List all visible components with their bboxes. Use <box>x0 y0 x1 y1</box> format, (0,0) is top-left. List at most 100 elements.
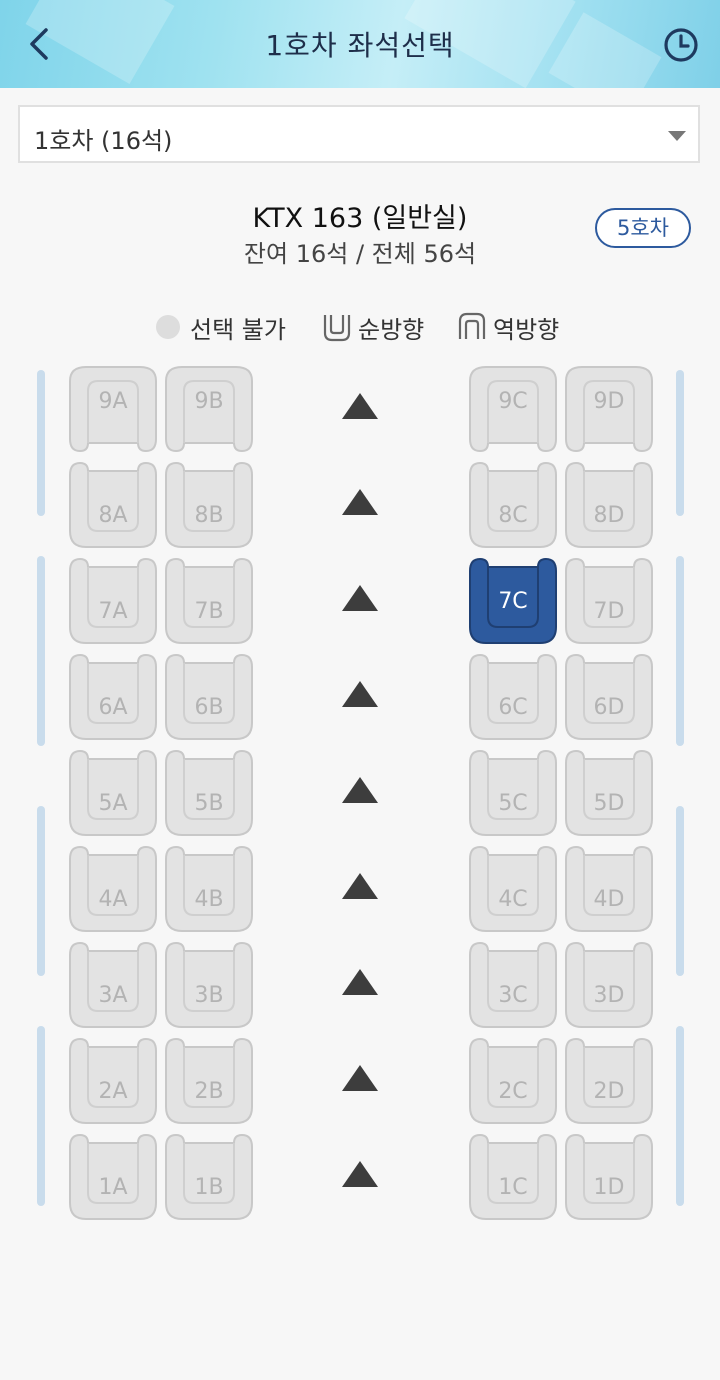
seat-2B[interactable]: 2B <box>164 1037 254 1125</box>
seat-label: 7C <box>498 589 528 614</box>
seat-label: 7B <box>194 599 224 624</box>
seat-label: 1B <box>194 1175 224 1200</box>
seat-2C[interactable]: 2C <box>468 1037 558 1125</box>
forward-seat-legend-icon <box>323 315 351 342</box>
seat-8D[interactable]: 8D <box>564 461 654 549</box>
seat-7A[interactable]: 7A <box>68 557 158 645</box>
seat-8C[interactable]: 8C <box>468 461 558 549</box>
seat-7B[interactable]: 7B <box>164 557 254 645</box>
seat-label: 2A <box>98 1079 128 1104</box>
seat-4D[interactable]: 4D <box>564 845 654 933</box>
window-wall <box>37 556 45 746</box>
direction-arrow-icon <box>342 777 378 803</box>
car-select-dropdown[interactable]: 1호차 (16석) <box>18 105 700 163</box>
seat-label: 8C <box>498 503 528 528</box>
window-wall <box>676 556 684 746</box>
legend-reverse-label: 역방향 <box>493 316 560 344</box>
seat-label: 5C <box>498 791 528 816</box>
direction-arrow-icon <box>342 681 378 707</box>
seat-6C[interactable]: 6C <box>468 653 558 741</box>
seat-3B[interactable]: 3B <box>164 941 254 1029</box>
seat-6B[interactable]: 6B <box>164 653 254 741</box>
seat-label: 1A <box>98 1175 128 1200</box>
seat-label: 9A <box>98 389 128 414</box>
seat-9C[interactable]: 9C <box>468 365 558 453</box>
dropdown-arrow-icon <box>668 131 686 141</box>
seat-label: 5B <box>194 791 224 816</box>
seat-label: 2B <box>194 1079 224 1104</box>
seat-label: 3A <box>98 983 128 1008</box>
legend-forward-label: 순방향 <box>358 316 425 344</box>
seat-label: 6C <box>498 695 528 720</box>
direction-arrow-icon <box>342 393 378 419</box>
seat-2A[interactable]: 2A <box>68 1037 158 1125</box>
seat-8B[interactable]: 8B <box>164 461 254 549</box>
seat-1B[interactable]: 1B <box>164 1133 254 1221</box>
seat-6D[interactable]: 6D <box>564 653 654 741</box>
seat-label: 8D <box>593 503 625 528</box>
window-wall <box>676 806 684 976</box>
direction-arrow-icon <box>342 585 378 611</box>
seat-label: 4A <box>98 887 128 912</box>
seat-1D[interactable]: 1D <box>564 1133 654 1221</box>
history-button[interactable] <box>662 26 700 64</box>
seat-label: 2C <box>498 1079 528 1104</box>
seat-label: 2D <box>593 1079 625 1104</box>
seat-label: 4C <box>498 887 528 912</box>
seat-label: 9D <box>593 389 625 414</box>
unavailable-legend-icon <box>156 315 180 339</box>
seat-9D[interactable]: 9D <box>564 365 654 453</box>
seat-4B[interactable]: 4B <box>164 845 254 933</box>
page-title: 1호차 좌석선택 <box>265 29 455 62</box>
direction-arrow-icon <box>342 1065 378 1091</box>
seat-7D[interactable]: 7D <box>564 557 654 645</box>
direction-arrow-icon <box>342 489 378 515</box>
window-wall <box>37 806 45 976</box>
seat-label: 4D <box>593 887 625 912</box>
seat-2D[interactable]: 2D <box>564 1037 654 1125</box>
seat-label: 9C <box>498 389 528 414</box>
window-wall <box>37 370 45 516</box>
seat-label: 3D <box>593 983 625 1008</box>
direction-arrow-icon <box>342 1161 378 1187</box>
seat-label: 7D <box>593 599 625 624</box>
seat-label: 7A <box>98 599 128 624</box>
seat-label: 3B <box>194 983 224 1008</box>
seat-5A[interactable]: 5A <box>68 749 158 837</box>
seat-label: 1D <box>593 1175 625 1200</box>
clock-icon <box>664 28 698 62</box>
seat-5C[interactable]: 5C <box>468 749 558 837</box>
seat-label: 5A <box>98 791 128 816</box>
seat-label: 9B <box>194 389 224 414</box>
seat-label: 3C <box>498 983 528 1008</box>
seat-3C[interactable]: 3C <box>468 941 558 1029</box>
seat-5B[interactable]: 5B <box>164 749 254 837</box>
header-bar: 1호차 좌석선택 <box>0 0 720 88</box>
window-wall <box>37 1026 45 1206</box>
seat-label: 6B <box>194 695 224 720</box>
direction-arrow-icon <box>342 969 378 995</box>
seat-9B[interactable]: 9B <box>164 365 254 453</box>
direction-arrow-icon <box>342 873 378 899</box>
reverse-seat-legend-icon <box>458 312 486 339</box>
legend-unavailable-label: 선택 불가 <box>190 316 286 344</box>
seat-4C[interactable]: 4C <box>468 845 558 933</box>
seat-1A[interactable]: 1A <box>68 1133 158 1221</box>
seat-6A[interactable]: 6A <box>68 653 158 741</box>
seat-label: 4B <box>194 887 224 912</box>
seat-8A[interactable]: 8A <box>68 461 158 549</box>
seat-1C[interactable]: 1C <box>468 1133 558 1221</box>
seat-label: 8A <box>98 503 128 528</box>
seat-3A[interactable]: 3A <box>68 941 158 1029</box>
seat-label: 6D <box>593 695 625 720</box>
seat-label: 6A <box>98 695 128 720</box>
seat-3D[interactable]: 3D <box>564 941 654 1029</box>
seat-5D[interactable]: 5D <box>564 749 654 837</box>
seat-9A[interactable]: 9A <box>68 365 158 453</box>
seat-4A[interactable]: 4A <box>68 845 158 933</box>
seat-label: 8B <box>194 503 224 528</box>
seat-label: 1C <box>498 1175 528 1200</box>
next-car-button[interactable]: 5호차 <box>595 208 691 248</box>
window-wall <box>676 1026 684 1206</box>
seat-7C[interactable]: 7C <box>468 557 558 645</box>
